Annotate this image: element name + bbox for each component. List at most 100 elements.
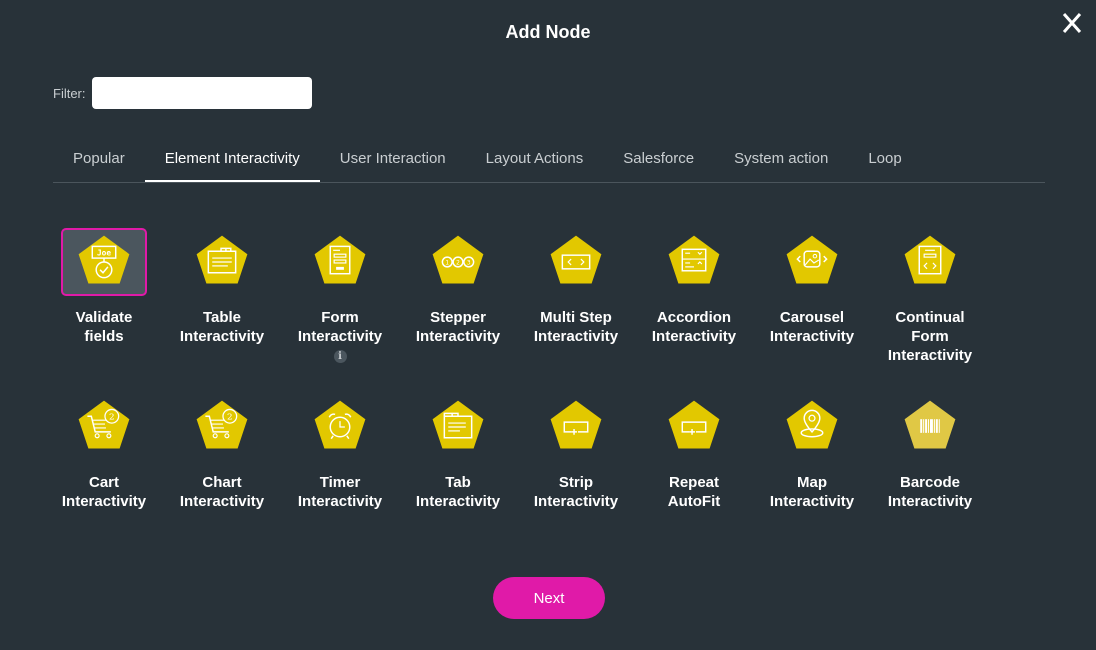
- node-label: Multi Step Interactivity: [517, 308, 635, 346]
- node-icon-box: 1 2 3: [415, 228, 501, 296]
- cart-icon: 2: [78, 400, 130, 449]
- tab-user-interaction[interactable]: User Interaction: [320, 140, 466, 182]
- node-label-line: Form: [911, 328, 949, 345]
- node-label-line: Interactivity: [297, 493, 383, 510]
- node-tab-interactivity[interactable]: Tab Interactivity: [399, 393, 517, 511]
- node-icon-box: Joe: [61, 228, 147, 296]
- filter-row: Filter:: [53, 77, 312, 109]
- svg-text:2: 2: [456, 260, 460, 266]
- node-icon-box: [651, 228, 737, 296]
- map-pin-icon: [786, 400, 838, 449]
- validate-fields-icon: Joe: [78, 235, 130, 284]
- node-label: Barcode Interactivity: [871, 473, 989, 511]
- node-icon-box: [887, 393, 973, 461]
- node-label-line: Tab: [445, 474, 471, 491]
- node-label-line: Interactivity: [61, 493, 147, 510]
- stepper-icon: 1 2 3: [432, 235, 484, 284]
- node-table-interactivity[interactable]: Table Interactivity: [163, 228, 281, 346]
- node-label: Map Interactivity: [753, 473, 871, 511]
- node-label-line: Interactivity: [179, 328, 265, 345]
- node-carousel-interactivity[interactable]: Carousel Interactivity: [753, 228, 871, 346]
- node-icon-box: [179, 228, 265, 296]
- node-repeat-autofit[interactable]: Repeat AutoFit: [635, 393, 753, 511]
- barcode-icon: [904, 400, 956, 449]
- node-label-line: Interactivity: [297, 328, 383, 345]
- node-chart-interactivity[interactable]: 2 Chart Interactivity: [163, 393, 281, 511]
- node-map-interactivity[interactable]: Map Interactivity: [753, 393, 871, 511]
- tab-popular[interactable]: Popular: [53, 140, 145, 182]
- svg-text:3: 3: [467, 260, 471, 266]
- node-label-line: Interactivity: [179, 493, 265, 510]
- multi-step-icon: [550, 235, 602, 284]
- accordion-icon: [668, 235, 720, 284]
- node-label-line: Timer: [319, 474, 361, 491]
- svg-text:Joe: Joe: [97, 249, 111, 258]
- node-label-line: AutoFit: [667, 493, 721, 510]
- node-label-line: Interactivity: [415, 493, 501, 510]
- node-label-line: Interactivity: [651, 328, 737, 345]
- node-label: Table Interactivity: [163, 308, 281, 346]
- node-label: Continual Form Interactivity: [871, 308, 989, 365]
- node-icon-box: [651, 393, 737, 461]
- node-icon-box: [415, 393, 501, 461]
- node-label-line: Strip: [558, 474, 594, 491]
- node-label: Chart Interactivity: [163, 473, 281, 511]
- node-label: Form Interactivity: [281, 308, 399, 346]
- node-label-line: Interactivity: [533, 493, 619, 510]
- node-icon-box: [297, 393, 383, 461]
- node-label-line: fields: [84, 328, 124, 345]
- tab-salesforce[interactable]: Salesforce: [603, 140, 714, 182]
- svg-text:2: 2: [109, 413, 115, 423]
- node-label-line: Carousel: [779, 309, 845, 326]
- node-icon-box: [533, 393, 619, 461]
- info-icon[interactable]: i: [333, 350, 347, 363]
- node-label: Carousel Interactivity: [753, 308, 871, 346]
- tab-element-interactivity[interactable]: Element Interactivity: [144, 140, 320, 182]
- chart-cart-icon: 2: [196, 400, 248, 449]
- node-label: Stepper Interactivity: [399, 308, 517, 346]
- node-label-line: Stepper: [430, 309, 486, 326]
- node-label-line: Cart: [88, 474, 119, 491]
- node-icon-box: 2: [179, 393, 265, 461]
- category-tabs: Popular Element Interactivity User Interac…: [53, 140, 1045, 183]
- filter-label: Filter:: [53, 85, 86, 101]
- node-accordion-interactivity[interactable]: Accordion Interactivity: [635, 228, 753, 346]
- node-label-line: Validate: [75, 309, 133, 326]
- node-form-interactivity[interactable]: Form Interactivity i: [281, 228, 399, 364]
- node-barcode-interactivity[interactable]: Barcode Interactivity: [871, 393, 989, 511]
- filter-input[interactable]: [91, 77, 312, 109]
- tab-layout-actions[interactable]: Layout Actions: [466, 140, 604, 182]
- node-label-line: Continual: [895, 309, 965, 326]
- continual-form-icon: [904, 235, 956, 284]
- node-label-line: Interactivity: [887, 493, 973, 510]
- node-label-line: Repeat: [668, 474, 720, 491]
- node-timer-interactivity[interactable]: Timer Interactivity: [281, 393, 399, 511]
- close-icon[interactable]: [1060, 10, 1084, 36]
- node-strip-interactivity[interactable]: Strip Interactivity: [517, 393, 635, 511]
- node-continual-form[interactable]: Continual Form Interactivity: [871, 228, 989, 365]
- repeat-autofit-icon: [668, 400, 720, 449]
- node-cart-interactivity[interactable]: 2 Cart Interactivity: [45, 393, 163, 511]
- node-icon-box: [769, 393, 855, 461]
- node-label-line: Table: [202, 309, 242, 326]
- node-label: Tab Interactivity: [399, 473, 517, 511]
- node-label-line: Interactivity: [415, 328, 501, 345]
- svg-text:2: 2: [227, 413, 233, 423]
- node-icon-box: [297, 228, 383, 296]
- form-icon: [314, 235, 366, 284]
- tab-loop[interactable]: Loop: [848, 140, 921, 182]
- node-label-line: Form: [321, 309, 359, 326]
- node-stepper-interactivity[interactable]: 1 2 3 Stepper Interactivity: [399, 228, 517, 346]
- tab-system-action[interactable]: System action: [714, 140, 848, 182]
- node-label-line: Interactivity: [769, 328, 855, 345]
- tab-folder-icon: [432, 400, 484, 449]
- node-validate-fields[interactable]: Joe Validate fields: [45, 228, 163, 346]
- node-multi-step-interactivity[interactable]: Multi Step Interactivity: [517, 228, 635, 346]
- next-button[interactable]: Next: [493, 577, 605, 619]
- node-icon-box: [769, 228, 855, 296]
- node-label: Strip Interactivity: [517, 473, 635, 511]
- table-icon: [196, 235, 248, 284]
- node-label-line: Multi Step: [540, 309, 612, 326]
- node-label: Accordion Interactivity: [635, 308, 753, 346]
- carousel-icon: [786, 235, 838, 284]
